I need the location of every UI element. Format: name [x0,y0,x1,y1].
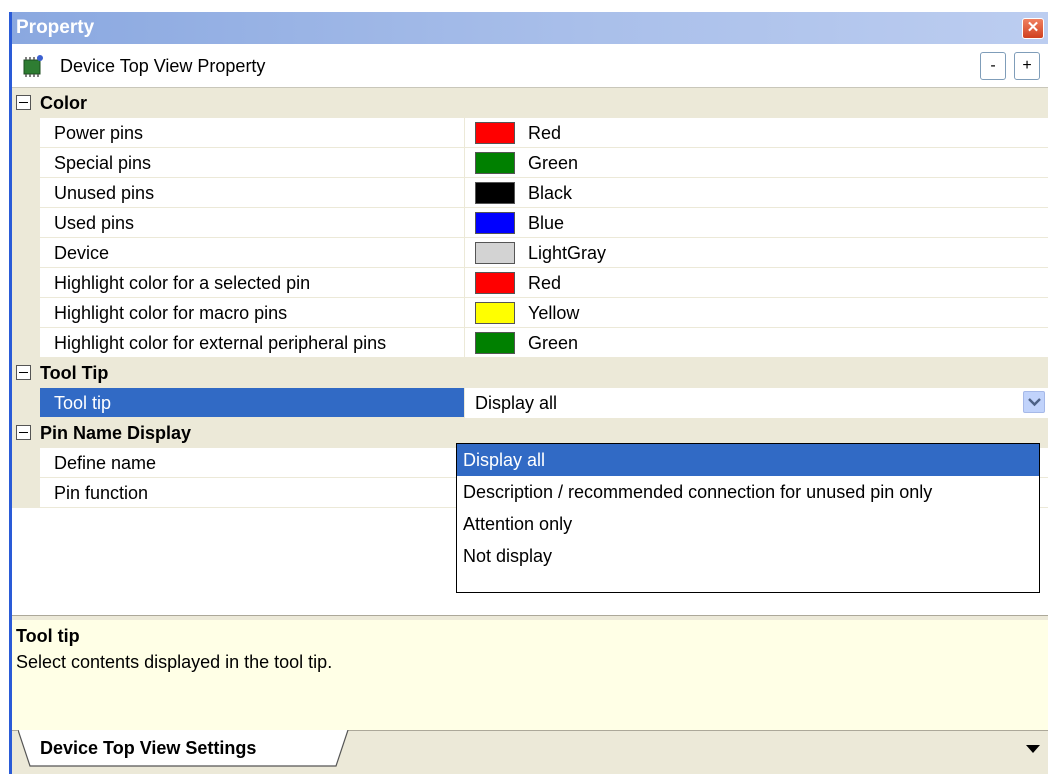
chevron-down-icon[interactable] [1023,391,1045,413]
property-window: Property ✕ Device Top View Property - + … [9,12,1048,774]
color-swatch [475,182,515,204]
property-name: Device [40,238,465,268]
close-icon[interactable]: ✕ [1022,18,1044,39]
property-row-used-pins[interactable]: Used pins Blue [12,208,1048,238]
category-label: Tool Tip [40,363,109,383]
combobox-value: Display all [475,393,558,413]
property-name: Tool tip [40,388,465,418]
property-name: Power pins [40,118,465,148]
collapse-toggle-icon[interactable] [16,95,31,110]
color-swatch [475,242,515,264]
tab-bar: Device Top View Settings [12,730,1048,774]
property-value[interactable]: Red [465,118,1048,148]
tool-tip-combobox[interactable]: Display all [465,388,1048,418]
property-name: Unused pins [40,178,465,208]
tab-label: Device Top View Settings [40,738,257,758]
dropdown-option[interactable]: Attention only [457,508,1039,540]
description-text: Select contents displayed in the tool ti… [16,652,333,672]
dropdown-option[interactable]: Not display [457,540,1039,572]
property-row-highlight-macro[interactable]: Highlight color for macro pins Yellow [12,298,1048,328]
collapse-toggle-icon[interactable] [16,365,31,380]
property-value[interactable]: Black [465,178,1048,208]
collapse-toggle-icon[interactable] [16,425,31,440]
property-row-power-pins[interactable]: Power pins Red [12,118,1048,148]
color-swatch [475,332,515,354]
property-name: Used pins [40,208,465,238]
category-color[interactable]: Color [12,88,1048,118]
property-name: Highlight color for external peripheral … [40,328,465,358]
property-value[interactable]: LightGray [465,238,1048,268]
category-tool-tip[interactable]: Tool Tip [12,358,1048,388]
property-row-unused-pins[interactable]: Unused pins Black [12,178,1048,208]
color-swatch [475,272,515,294]
color-swatch [475,302,515,324]
property-name: Define name [40,448,465,478]
collapse-all-button[interactable]: - [980,52,1006,80]
property-value[interactable]: Yellow [465,298,1048,328]
category-label: Pin Name Display [40,423,192,443]
dropdown-option[interactable]: Display all [457,444,1039,476]
color-swatch [475,212,515,234]
color-swatch [475,152,515,174]
property-header: Device Top View Property - + [12,44,1048,88]
description-title: Tool tip [16,626,80,646]
tab-device-top-view-settings[interactable]: Device Top View Settings [18,730,349,768]
window-title: Property [16,17,95,38]
property-name: Special pins [40,148,465,178]
tab-menu-icon[interactable] [1026,745,1040,754]
property-name: Highlight color for macro pins [40,298,465,328]
dropdown-option[interactable]: Description / recommended connection for… [457,476,1039,508]
property-row-highlight-external[interactable]: Highlight color for external peripheral … [12,328,1048,358]
tool-tip-dropdown-list: Display all Description / recommended co… [456,443,1040,593]
property-name: Pin function [40,478,465,508]
color-swatch [475,122,515,144]
expand-all-button[interactable]: + [1014,52,1040,80]
property-row-tool-tip[interactable]: Tool tip Display all [12,388,1048,418]
property-row-special-pins[interactable]: Special pins Green [12,148,1048,178]
property-name: Highlight color for a selected pin [40,268,465,298]
chip-icon [23,55,43,77]
window-titlebar[interactable]: Property ✕ [12,12,1048,44]
property-value[interactable]: Red [465,268,1048,298]
description-panel: Tool tip Select contents displayed in th… [12,620,1048,730]
property-header-title: Device Top View Property [60,56,266,76]
property-row-highlight-selected[interactable]: Highlight color for a selected pin Red [12,268,1048,298]
property-row-device[interactable]: Device LightGray [12,238,1048,268]
property-value[interactable]: Green [465,328,1048,358]
property-value[interactable]: Green [465,148,1048,178]
property-value[interactable]: Blue [465,208,1048,238]
category-label: Color [40,93,87,113]
